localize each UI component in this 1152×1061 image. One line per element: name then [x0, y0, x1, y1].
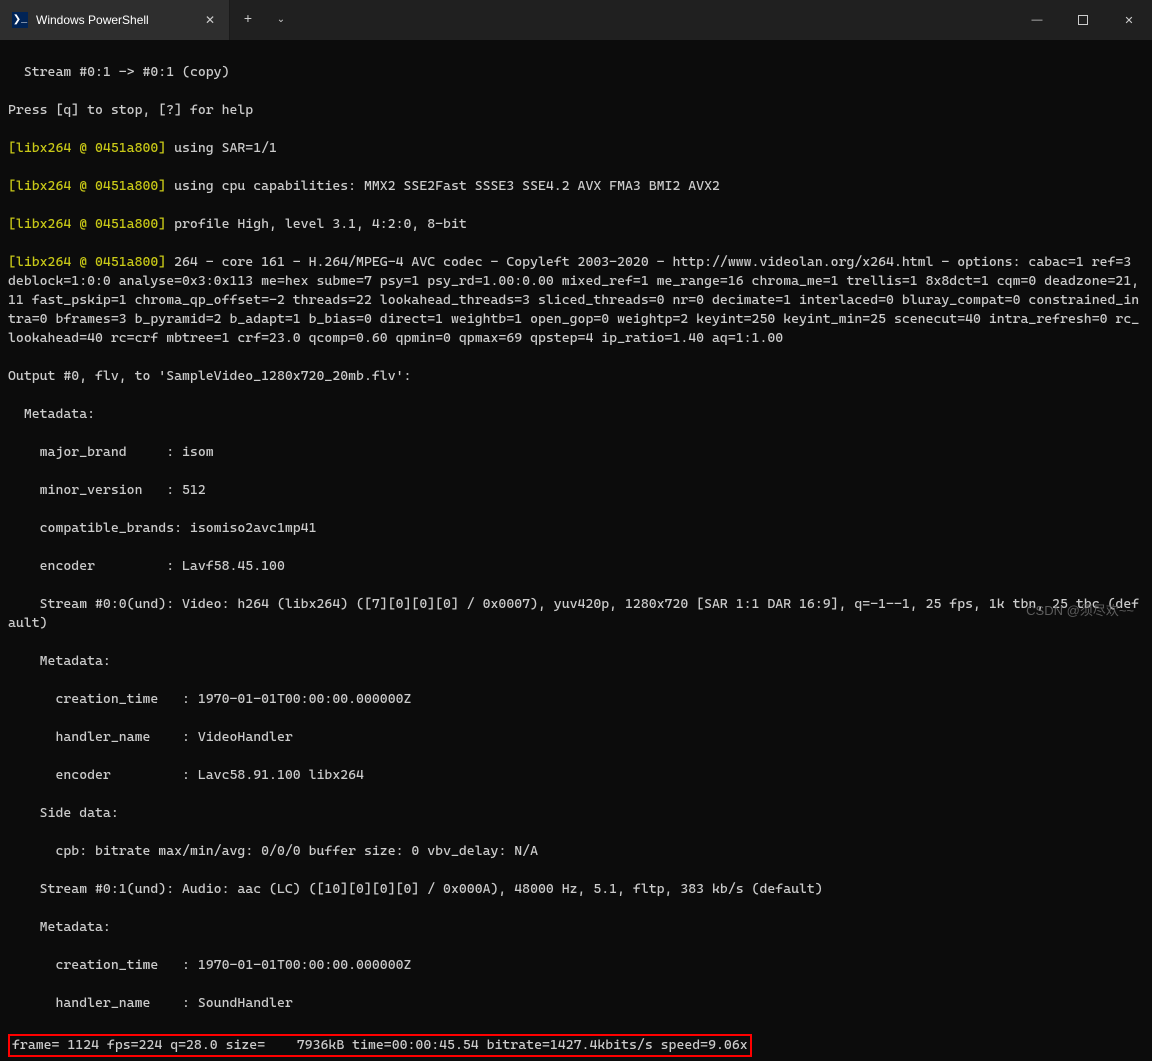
libx264-text: using SAR=1/1 [166, 140, 277, 156]
tab-title: Windows PowerShell [36, 13, 195, 27]
output-line: Metadata: [8, 918, 1144, 937]
titlebar-drag-area[interactable] [296, 0, 1014, 40]
output-line: creation_time : 1970-01-01T00:00:00.0000… [8, 690, 1144, 709]
output-line: Side data: [8, 804, 1144, 823]
output-line: encoder : Lavf58.45.100 [8, 557, 1144, 576]
tab-powershell[interactable]: ❯_ Windows PowerShell ✕ [0, 0, 230, 40]
close-button[interactable]: ✕ [1106, 0, 1152, 40]
output-line: Output #0, flv, to 'SampleVideo_1280x720… [8, 367, 1144, 386]
minimize-button[interactable]: — [1014, 0, 1060, 40]
output-line: Metadata: [8, 405, 1144, 424]
output-line: [libx264 @ 0451a800] using SAR=1/1 [8, 139, 1144, 158]
output-line: minor_version : 512 [8, 481, 1144, 500]
new-tab-button[interactable]: + [230, 0, 266, 40]
output-line: Stream #0:1 -> #0:1 (copy) [8, 63, 1144, 82]
terminal-output[interactable]: Stream #0:1 -> #0:1 (copy) Press [q] to … [0, 40, 1152, 1061]
output-line: Stream #0:1(und): Audio: aac (LC) ([10][… [8, 880, 1144, 899]
output-line: Stream #0:0(und): Video: h264 (libx264) … [8, 595, 1144, 633]
progress-line: frame= 1124 fps=224 q=28.0 size= 7936kB … [12, 1037, 748, 1053]
output-line: handler_name : VideoHandler [8, 728, 1144, 747]
output-line: cpb: bitrate max/min/avg: 0/0/0 buffer s… [8, 842, 1144, 861]
libx264-text: profile High, level 3.1, 4:2:0, 8-bit [166, 216, 467, 232]
powershell-icon: ❯_ [12, 12, 28, 28]
titlebar: ❯_ Windows PowerShell ✕ + ⌄ — ✕ [0, 0, 1152, 40]
libx264-tag: [libx264 @ 0451a800] [8, 178, 166, 194]
libx264-tag: [libx264 @ 0451a800] [8, 216, 166, 232]
watermark: CSDN @须尽欢~~ [1026, 600, 1134, 619]
libx264-tag: [libx264 @ 0451a800] [8, 254, 166, 270]
output-line: Press [q] to stop, [?] for help [8, 101, 1144, 120]
libx264-text: 264 - core 161 - H.264/MPEG-4 AVC codec … [8, 254, 1139, 346]
output-line: [libx264 @ 0451a800] using cpu capabilit… [8, 177, 1144, 196]
output-line: compatible_brands: isomiso2avc1mp41 [8, 519, 1144, 538]
libx264-tag: [libx264 @ 0451a800] [8, 140, 166, 156]
output-line: encoder : Lavc58.91.100 libx264 [8, 766, 1144, 785]
output-line: handler_name : SoundHandler [8, 994, 1144, 1013]
libx264-text: using cpu capabilities: MMX2 SSE2Fast SS… [166, 178, 720, 194]
output-line: [libx264 @ 0451a800] profile High, level… [8, 215, 1144, 234]
output-line: major_brand : isom [8, 443, 1144, 462]
output-line: [libx264 @ 0451a800] 264 - core 161 - H.… [8, 253, 1144, 348]
progress-highlight: frame= 1124 fps=224 q=28.0 size= 7936kB … [8, 1034, 752, 1057]
maximize-button[interactable] [1060, 0, 1106, 40]
window-controls: — ✕ [1014, 0, 1152, 40]
output-line: Metadata: [8, 652, 1144, 671]
output-line: creation_time : 1970-01-01T00:00:00.0000… [8, 956, 1144, 975]
tab-close-button[interactable]: ✕ [203, 13, 217, 27]
tab-dropdown-button[interactable]: ⌄ [266, 0, 296, 40]
